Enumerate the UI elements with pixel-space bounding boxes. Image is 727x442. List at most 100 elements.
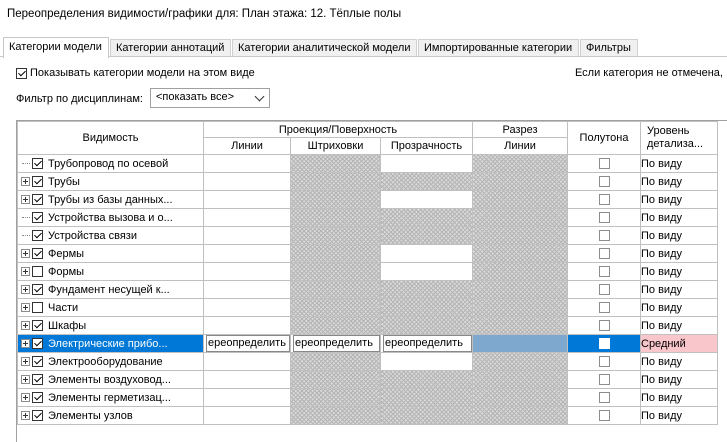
projection-transparency-cell[interactable] xyxy=(380,262,473,281)
halftone-cell[interactable] xyxy=(567,352,641,371)
expand-icon[interactable] xyxy=(21,267,30,276)
header-halftone[interactable]: Полутона xyxy=(567,121,641,155)
halftone-cell[interactable] xyxy=(567,370,641,389)
halftone-cell[interactable] xyxy=(567,208,641,227)
category-row[interactable]: Электрооборудование По виду xyxy=(17,352,718,371)
projection-lines-cell[interactable] xyxy=(203,352,291,371)
detail-level-cell[interactable]: По виду xyxy=(640,316,718,335)
projection-lines-cell[interactable] xyxy=(203,316,291,335)
category-row[interactable]: Устройства связи По виду xyxy=(17,226,718,245)
halftone-checkbox[interactable] xyxy=(598,338,610,350)
override-button[interactable]: ереопределить xyxy=(383,335,472,352)
projection-patterns-cell[interactable]: ереопределить xyxy=(290,334,381,353)
detail-level-cell[interactable]: По виду xyxy=(640,280,718,299)
halftone-checkbox[interactable] xyxy=(598,356,610,368)
show-categories-option[interactable]: Показывать категории модели на этом виде xyxy=(16,67,255,79)
halftone-cell[interactable] xyxy=(567,262,641,281)
category-name-cell[interactable]: Части xyxy=(17,298,204,317)
halftone-checkbox[interactable] xyxy=(598,320,610,332)
projection-lines-cell[interactable] xyxy=(203,406,291,425)
projection-transparency-cell[interactable] xyxy=(380,154,473,173)
category-name-cell[interactable]: Трубы из базы данных... xyxy=(17,190,204,209)
tab-annotation-categories[interactable]: Категории аннотаций xyxy=(110,39,231,56)
visibility-checkbox[interactable] xyxy=(32,248,43,259)
halftone-checkbox[interactable] xyxy=(598,266,610,278)
halftone-checkbox[interactable] xyxy=(598,194,610,206)
projection-lines-cell[interactable] xyxy=(203,262,291,281)
projection-lines-cell[interactable] xyxy=(203,388,291,407)
expand-icon[interactable] xyxy=(21,177,30,186)
header-projection-patterns[interactable]: Штриховки xyxy=(290,137,381,155)
halftone-checkbox[interactable] xyxy=(598,374,610,386)
category-row[interactable]: Трубы из базы данных... По виду xyxy=(17,190,718,209)
visibility-checkbox[interactable] xyxy=(32,338,43,349)
halftone-cell[interactable] xyxy=(567,388,641,407)
projection-lines-cell[interactable] xyxy=(203,244,291,263)
halftone-checkbox[interactable] xyxy=(598,176,610,188)
category-name-cell[interactable]: Электрооборудование xyxy=(17,352,204,371)
halftone-cell[interactable] xyxy=(567,334,641,353)
halftone-cell[interactable] xyxy=(567,244,641,263)
visibility-checkbox[interactable] xyxy=(32,212,43,223)
category-name-cell[interactable]: Устройства связи xyxy=(17,226,204,245)
detail-level-cell[interactable]: По виду xyxy=(640,352,718,371)
visibility-checkbox[interactable] xyxy=(32,158,43,169)
discipline-filter-dropdown[interactable]: <показать все> xyxy=(150,88,270,108)
header-projection-lines[interactable]: Линии xyxy=(203,137,291,155)
tab-imported-categories[interactable]: Импортированные категории xyxy=(418,39,579,56)
visibility-checkbox[interactable] xyxy=(32,356,43,367)
projection-lines-cell[interactable] xyxy=(203,280,291,299)
halftone-checkbox[interactable] xyxy=(598,410,610,422)
show-categories-checkbox[interactable] xyxy=(16,67,27,79)
halftone-cell[interactable] xyxy=(567,406,641,425)
category-row[interactable]: Формы По виду xyxy=(17,262,718,281)
header-detail-level[interactable]: Уровень детализа... xyxy=(640,121,718,155)
halftone-cell[interactable] xyxy=(567,280,641,299)
projection-transparency-cell[interactable] xyxy=(380,352,473,371)
halftone-checkbox[interactable] xyxy=(598,392,610,404)
category-row[interactable]: Элементы воздуховод... По виду xyxy=(17,370,718,389)
header-visibility[interactable]: Видимость xyxy=(17,121,204,155)
projection-lines-cell[interactable] xyxy=(203,208,291,227)
expand-icon[interactable] xyxy=(21,321,30,330)
halftone-cell[interactable] xyxy=(567,172,641,191)
projection-lines-cell[interactable] xyxy=(203,154,291,173)
category-name-cell[interactable]: Элементы узлов xyxy=(17,406,204,425)
category-name-cell[interactable]: Элементы герметизац... xyxy=(17,388,204,407)
projection-lines-cell[interactable] xyxy=(203,190,291,209)
category-row[interactable]: Шкафы По виду xyxy=(17,316,718,335)
visibility-checkbox[interactable] xyxy=(32,266,43,277)
halftone-cell[interactable] xyxy=(567,316,641,335)
projection-transparency-cell[interactable]: ереопределить xyxy=(380,334,473,353)
visibility-checkbox[interactable] xyxy=(32,194,43,205)
halftone-checkbox[interactable] xyxy=(598,248,610,260)
category-row[interactable]: Устройства вызова и о... По виду xyxy=(17,208,718,227)
expand-icon[interactable] xyxy=(21,411,30,420)
expand-icon[interactable] xyxy=(21,339,30,348)
halftone-cell[interactable] xyxy=(567,190,641,209)
tab-filters[interactable]: Фильтры xyxy=(580,39,638,56)
visibility-checkbox[interactable] xyxy=(32,392,43,403)
visibility-checkbox[interactable] xyxy=(32,230,43,241)
override-button[interactable]: ереопределить xyxy=(206,335,290,352)
category-name-cell[interactable]: Формы xyxy=(17,262,204,281)
category-row[interactable]: Трубы По виду xyxy=(17,172,718,191)
override-button[interactable]: ереопределить xyxy=(293,335,380,352)
category-name-cell[interactable]: Фермы xyxy=(17,244,204,263)
visibility-checkbox[interactable] xyxy=(32,302,43,313)
projection-lines-cell[interactable] xyxy=(203,370,291,389)
expand-icon[interactable] xyxy=(21,249,30,258)
halftone-checkbox[interactable] xyxy=(598,158,610,170)
halftone-cell[interactable] xyxy=(567,154,641,173)
projection-transparency-cell[interactable] xyxy=(380,244,473,263)
detail-level-cell[interactable]: По виду xyxy=(640,298,718,317)
visibility-checkbox[interactable] xyxy=(32,320,43,331)
detail-level-cell[interactable]: По виду xyxy=(640,262,718,281)
visibility-checkbox[interactable] xyxy=(32,410,43,421)
category-row[interactable]: Электрические прибо... ереопределить ереоп… xyxy=(17,334,718,353)
expand-icon[interactable] xyxy=(21,393,30,402)
halftone-checkbox[interactable] xyxy=(598,212,610,224)
expand-icon[interactable] xyxy=(21,375,30,384)
expand-icon[interactable] xyxy=(21,357,30,366)
category-name-cell[interactable]: Устройства вызова и о... xyxy=(17,208,204,227)
